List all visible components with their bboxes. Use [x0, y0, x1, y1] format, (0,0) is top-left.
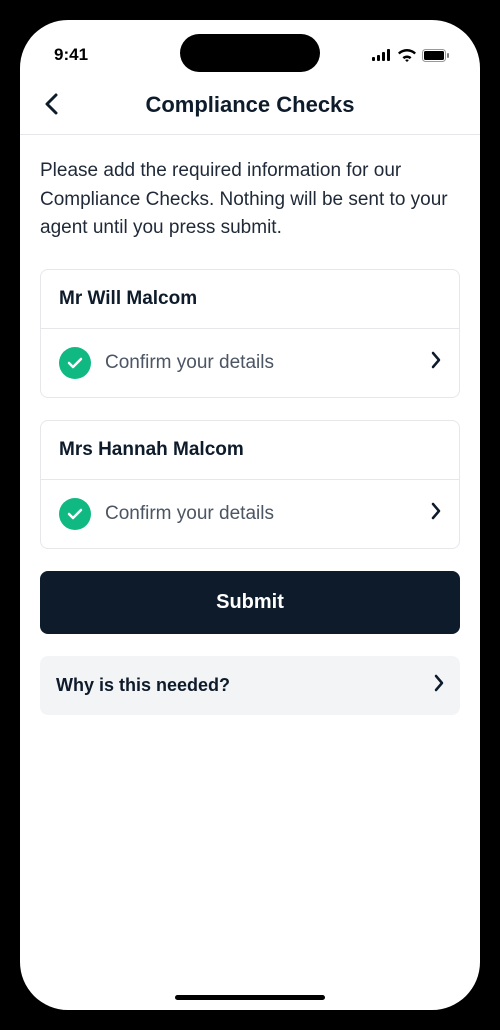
person-card: Mr Will Malcom Confirm your details: [40, 269, 460, 398]
person-name: Mr Will Malcom: [41, 270, 459, 329]
phone-notch: [180, 34, 320, 72]
phone-side-button: [7, 200, 11, 234]
page-title: Compliance Checks: [40, 92, 460, 118]
intro-text: Please add the required information for …: [40, 157, 460, 243]
phone-screen: 9:41 Compliance Checks Please add th: [20, 20, 480, 1010]
chevron-right-icon: [431, 502, 441, 525]
phone-volume-down: [7, 344, 11, 412]
person-card: Mrs Hannah Malcom Confirm your details: [40, 420, 460, 549]
confirm-details-label: Confirm your details: [105, 503, 417, 525]
confirm-details-row[interactable]: Confirm your details: [41, 329, 459, 397]
chevron-left-icon: [44, 93, 58, 115]
wifi-icon: [398, 49, 416, 62]
status-time: 9:41: [54, 45, 88, 65]
content-area: Please add the required information for …: [20, 135, 480, 737]
chevron-right-icon: [434, 674, 444, 697]
battery-icon: [422, 49, 450, 62]
why-needed-label: Why is this needed?: [56, 675, 230, 696]
phone-volume-up: [7, 260, 11, 328]
why-needed-row[interactable]: Why is this needed?: [40, 656, 460, 715]
submit-button[interactable]: Submit: [40, 571, 460, 634]
phone-power-button: [489, 282, 493, 390]
person-name: Mrs Hannah Malcom: [41, 421, 459, 480]
back-button[interactable]: [40, 89, 62, 122]
home-indicator[interactable]: [175, 995, 325, 1000]
confirm-details-label: Confirm your details: [105, 352, 417, 374]
confirm-details-row[interactable]: Confirm your details: [41, 480, 459, 548]
signal-icon: [372, 49, 392, 61]
check-circle-icon: [59, 498, 91, 530]
chevron-right-icon: [431, 351, 441, 374]
nav-header: Compliance Checks: [20, 74, 480, 134]
status-indicators: [372, 49, 450, 62]
check-circle-icon: [59, 347, 91, 379]
phone-frame: 9:41 Compliance Checks Please add th: [10, 10, 490, 1020]
